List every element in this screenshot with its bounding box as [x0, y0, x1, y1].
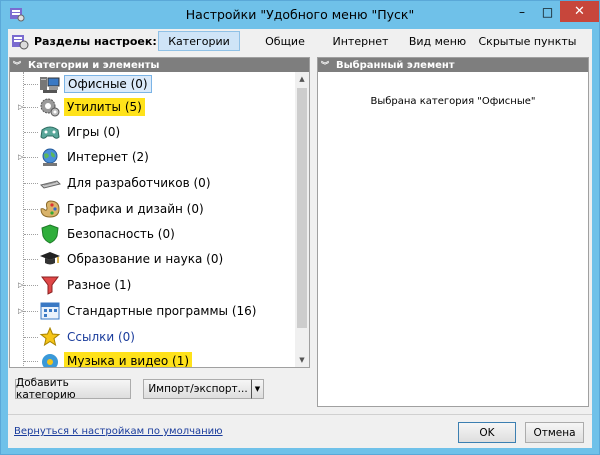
tab-categories[interactable]: Категории — [158, 31, 240, 51]
palette-icon — [40, 200, 60, 218]
client-area: Разделы настроек: Категории Общие Интерн… — [8, 29, 592, 448]
tree-node-security[interactable]: Безопасность (0) — [10, 223, 295, 245]
settings-menu-icon — [12, 35, 29, 50]
import-export-button[interactable]: Импорт/экспорт... — [143, 379, 252, 399]
star-icon — [39, 327, 61, 347]
tree-node-media[interactable]: Музыка и видео (1) — [10, 350, 295, 367]
tree-node-links[interactable]: Ссылки (0) — [10, 326, 295, 348]
settings-toolbar: Разделы настроек: Категории Общие Интерн… — [8, 29, 592, 53]
collapse-icon[interactable]: ︾ — [13, 60, 24, 71]
ok-button[interactable]: OK — [458, 422, 516, 443]
expand-icon[interactable]: ▷ — [18, 103, 23, 111]
tree-node-label[interactable]: Безопасность (0) — [64, 225, 178, 243]
office-icon — [40, 77, 60, 93]
cancel-button[interactable]: Отмена — [525, 422, 584, 443]
scroll-down-button[interactable]: ▼ — [295, 353, 309, 367]
categories-panel-title: Категории и элементы — [28, 59, 160, 71]
tree-node-label[interactable]: Ссылки (0) — [64, 328, 138, 346]
settings-window: Настройки "Удобного меню "Пуск" – □ ✕ Ра… — [0, 0, 600, 455]
tree-node-games[interactable]: Игры (0) — [10, 121, 295, 143]
tree-node-developers[interactable]: Для разработчиков (0) — [10, 172, 295, 194]
tab-menu-view[interactable]: Вид меню — [400, 31, 475, 51]
internet-globe-icon — [42, 148, 58, 166]
selected-item-panel-header: ︾ Выбранный элемент — [318, 58, 588, 72]
expand-icon[interactable]: ▷ — [18, 307, 23, 315]
maximize-button[interactable]: □ — [535, 1, 560, 22]
selected-item-panel: ︾ Выбранный элемент Выбрана категория "О… — [317, 57, 589, 407]
tree-scrollbar[interactable]: ▲ ▼ — [295, 72, 309, 367]
media-icon — [42, 354, 58, 367]
tree-node-label[interactable]: Разное (1) — [64, 276, 134, 294]
graduation-cap-icon — [40, 252, 60, 265]
selected-item-panel-title: Выбранный элемент — [336, 59, 455, 71]
tree-node-label[interactable]: Музыка и видео (1) — [64, 352, 193, 367]
tree-node-label[interactable]: Графика и дизайн (0) — [64, 200, 207, 218]
tree-node-label[interactable]: Для разработчиков (0) — [64, 174, 214, 192]
tree-node-label[interactable]: Утилиты (5) — [64, 98, 145, 116]
category-tree[interactable]: Офисные (0) ▷ Утилиты (5) Игры (0) ▷ Инт… — [10, 72, 295, 367]
expand-icon[interactable]: ▷ — [18, 153, 23, 161]
expand-icon[interactable]: ▷ — [18, 281, 23, 289]
categories-panel: ︾ Категории и элементы Офисные (0) ▷ Ути… — [9, 57, 310, 368]
title-bar[interactable]: Настройки "Удобного меню "Пуск" – □ ✕ — [1, 1, 599, 29]
collapse-icon[interactable]: ︾ — [321, 60, 332, 71]
minimize-button[interactable]: – — [509, 1, 535, 22]
add-category-button[interactable]: Добавить категорию — [15, 377, 131, 401]
calendar-icon — [40, 302, 60, 320]
shield-icon — [41, 224, 59, 244]
tab-internet[interactable]: Интернет — [323, 31, 398, 51]
gears-icon — [40, 98, 60, 117]
tab-hidden-items[interactable]: Скрытые пункты — [477, 31, 578, 51]
tree-node-office[interactable]: Офисные (0) — [10, 73, 295, 95]
tree-node-label[interactable]: Образование и наука (0) — [64, 250, 226, 268]
close-button[interactable]: ✕ — [560, 1, 599, 22]
keyboard-icon — [40, 180, 61, 189]
footer-separator — [8, 414, 592, 415]
scroll-thumb[interactable] — [297, 88, 307, 328]
tab-general[interactable]: Общие — [248, 31, 322, 51]
tree-node-standard-programs[interactable]: ▷ Стандартные программы (16) — [10, 300, 295, 322]
tree-node-misc[interactable]: ▷ Разное (1) — [10, 274, 295, 296]
gamepad-icon — [40, 126, 60, 139]
tree-node-internet[interactable]: ▷ Интернет (2) — [10, 146, 295, 168]
tree-node-education[interactable]: Образование и наука (0) — [10, 248, 295, 270]
tree-node-label[interactable]: Стандартные программы (16) — [64, 302, 259, 320]
funnel-icon — [41, 276, 59, 295]
scroll-up-button[interactable]: ▲ — [295, 72, 309, 86]
tree-node-label[interactable]: Офисные (0) — [64, 75, 152, 93]
reset-defaults-link[interactable]: Вернуться к настройкам по умолчанию — [14, 426, 223, 437]
tree-node-label[interactable]: Интернет (2) — [64, 148, 152, 166]
tree-node-utilities[interactable]: ▷ Утилиты (5) — [10, 96, 295, 118]
selected-category-text: Выбрана категория "Офисные" — [370, 96, 536, 107]
import-export-dropdown-icon[interactable]: ▼ — [251, 379, 264, 399]
settings-sections-label: Разделы настроек: — [34, 35, 157, 48]
tree-node-graphics[interactable]: Графика и дизайн (0) — [10, 198, 295, 220]
categories-panel-header: ︾ Категории и элементы — [10, 58, 309, 72]
tree-node-label[interactable]: Игры (0) — [64, 123, 123, 141]
